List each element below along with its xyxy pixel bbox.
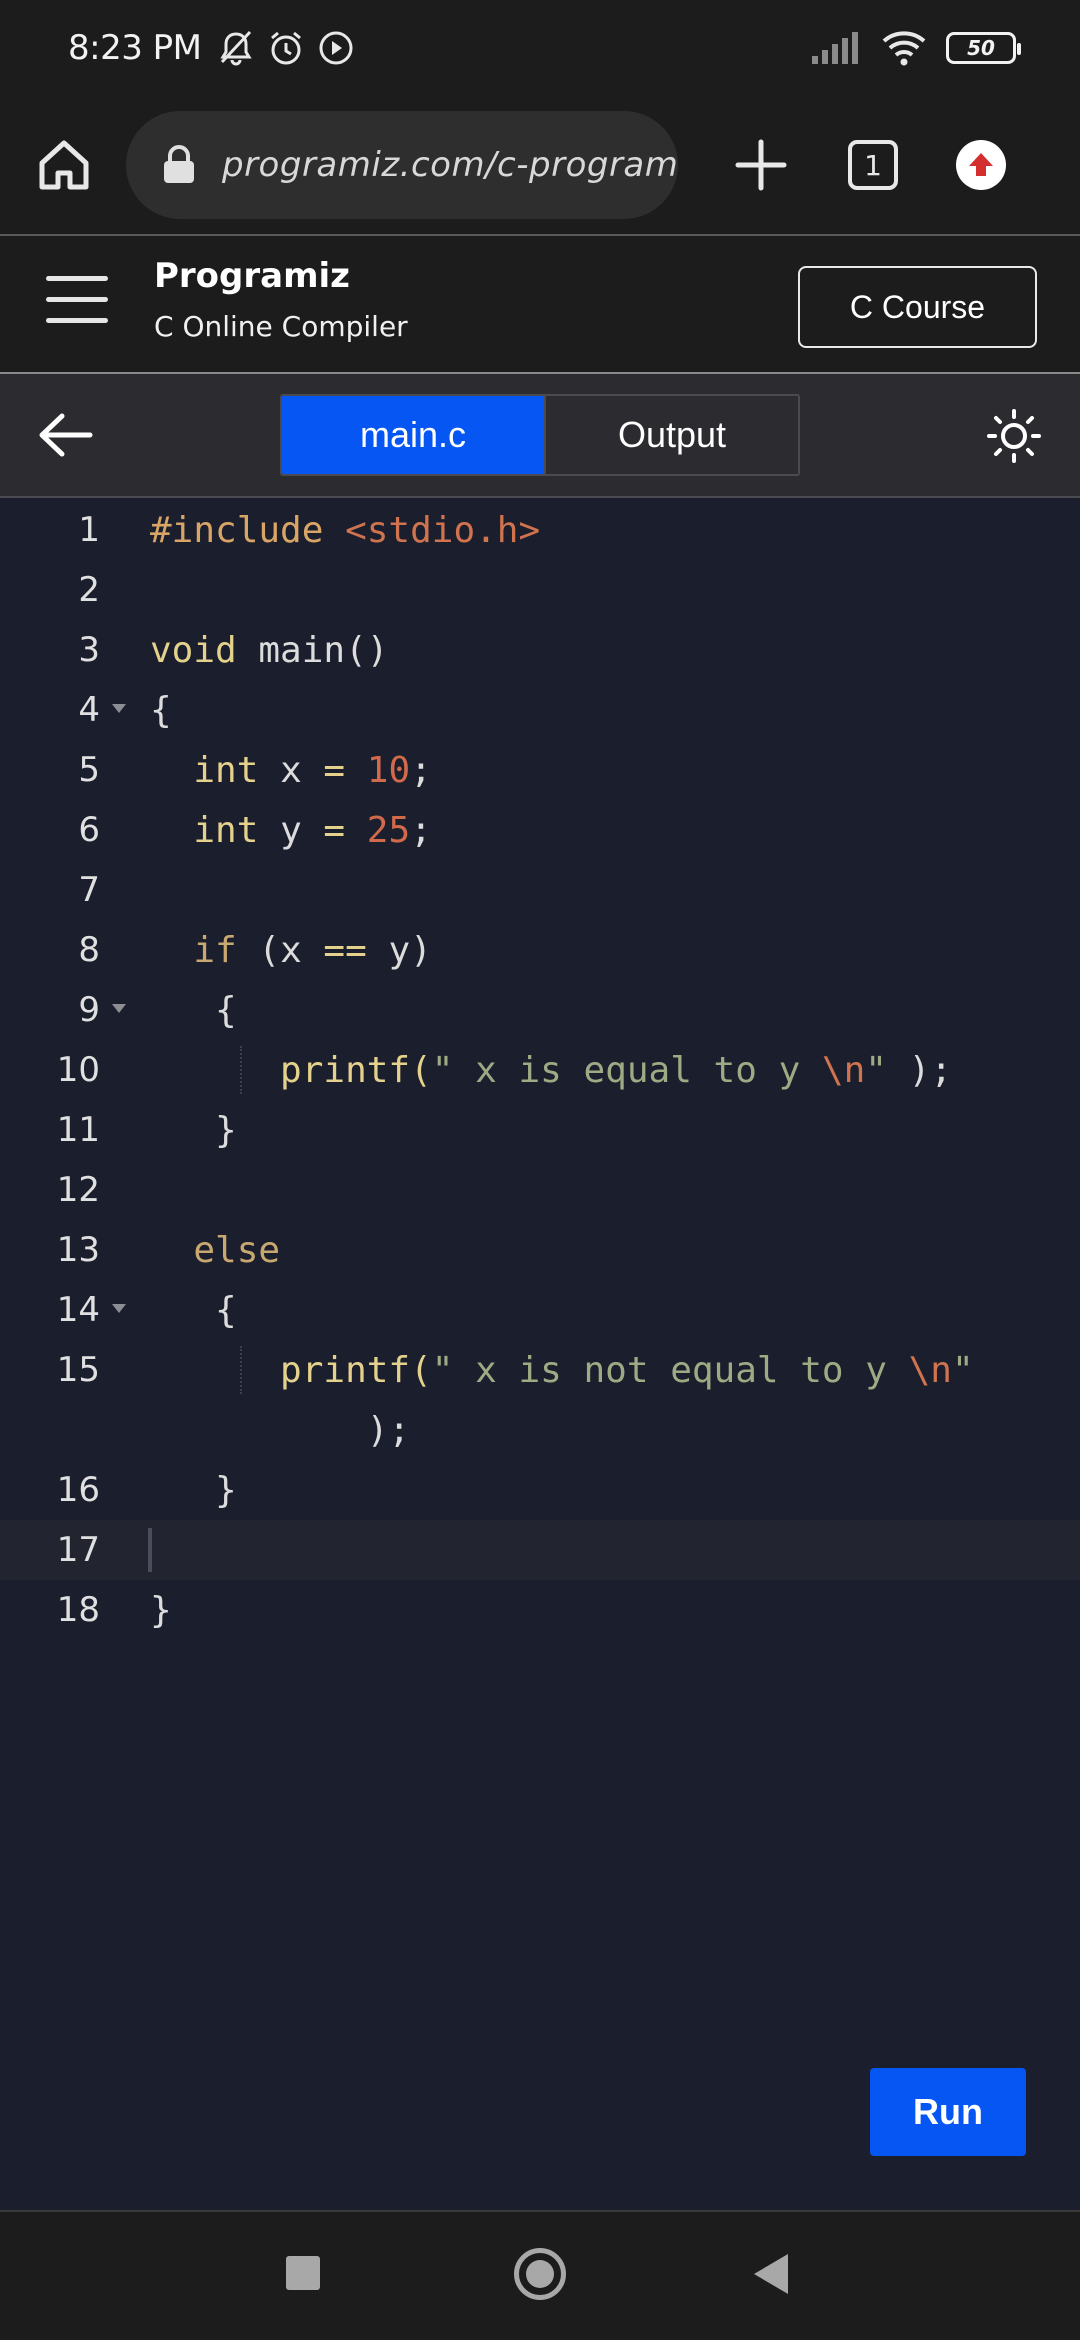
code-line[interactable]: 12 <box>0 1160 1080 1220</box>
code-text: int x = 10; <box>193 749 432 791</box>
brand-logo[interactable]: Programiz C Online Compiler <box>154 256 408 343</box>
line-number: 15 <box>56 1350 100 1390</box>
code-text: { <box>150 1289 237 1331</box>
line-number: 16 <box>56 1470 100 1510</box>
code-line[interactable]: 2 <box>0 560 1080 620</box>
tab-count: 1 <box>864 148 882 182</box>
line-number: 6 <box>78 810 100 850</box>
recents-square-icon[interactable] <box>286 2256 320 2290</box>
lock-icon <box>164 145 194 183</box>
code-text: } <box>150 1109 237 1151</box>
home-circle-icon[interactable] <box>514 2248 566 2300</box>
code-text: void main() <box>150 629 389 671</box>
editor-toolbar: main.c Output <box>0 374 1080 496</box>
code-text: { <box>150 689 172 731</box>
status-time: 8:23 PM <box>68 28 202 68</box>
home-icon[interactable] <box>34 135 94 195</box>
update-button[interactable] <box>956 140 1006 190</box>
text-cursor <box>148 1528 152 1572</box>
status-notification-icons <box>216 28 356 68</box>
wifi-icon <box>882 31 926 66</box>
code-text: printf(" x is equal to y \n" ); <box>215 1049 952 1091</box>
code-text: } <box>150 1469 237 1511</box>
code-text: printf(" x is not equal to y \n" <box>215 1349 974 1391</box>
address-bar[interactable]: programiz.com/c-programm <box>126 111 678 219</box>
line-number: 8 <box>78 930 100 970</box>
run-button[interactable]: Run <box>870 2068 1026 2156</box>
brand-name: Programiz <box>154 256 350 296</box>
line-number: 11 <box>56 1110 100 1150</box>
tab-main-c[interactable]: main.c <box>282 396 544 474</box>
fold-arrow-icon[interactable] <box>112 1304 126 1313</box>
code-line[interactable]: 11 } <box>0 1100 1080 1160</box>
code-line-active[interactable]: 17 <box>0 1520 1080 1580</box>
code-line[interactable]: 16 } <box>0 1460 1080 1520</box>
line-number: 13 <box>56 1230 100 1270</box>
line-number: 17 <box>56 1530 100 1570</box>
code-text: ); <box>150 1409 411 1451</box>
fold-arrow-icon[interactable] <box>112 704 126 713</box>
battery-icon: 50 <box>946 32 1021 64</box>
system-nav-bar <box>0 2212 1080 2340</box>
code-line[interactable]: 13 else <box>0 1220 1080 1280</box>
line-number: 2 <box>78 570 100 610</box>
code-line[interactable]: 5 int x = 10; <box>0 740 1080 800</box>
tab-switcher-button[interactable]: 1 <box>848 140 898 190</box>
browser-toolbar: programiz.com/c-programm 1 <box>0 96 1080 234</box>
code-text: } <box>150 1589 172 1631</box>
back-arrow-icon[interactable] <box>36 412 94 458</box>
code-line-wrapped[interactable]: ); <box>0 1400 1080 1460</box>
alarm-icon <box>270 31 301 65</box>
line-number: 1 <box>78 510 100 550</box>
code-text: { <box>150 989 237 1031</box>
site-header: Programiz C Online Compiler C Course <box>0 236 1080 372</box>
battery-level: 50 <box>967 36 995 60</box>
code-line[interactable]: 15 printf(" x is not equal to y \n" <box>0 1340 1080 1400</box>
code-line[interactable]: 8 if (x == y) <box>0 920 1080 980</box>
code-line[interactable]: 4 { <box>0 680 1080 740</box>
code-line[interactable]: 6 int y = 25; <box>0 800 1080 860</box>
code-text: #include <stdio.h> <box>150 509 541 551</box>
line-number: 9 <box>78 990 100 1030</box>
c-course-button[interactable]: C Course <box>798 266 1037 348</box>
line-number: 12 <box>56 1170 100 1210</box>
status-bar: 8:23 PM 50 <box>0 0 1080 96</box>
url-text: programiz.com/c-programm <box>222 145 678 185</box>
code-text: int y = 25; <box>193 809 432 851</box>
play-circle-icon <box>319 31 352 65</box>
signal-icon <box>812 32 858 64</box>
back-triangle-icon[interactable] <box>754 2254 788 2294</box>
code-line[interactable]: 18 } <box>0 1580 1080 1640</box>
line-number: 5 <box>78 750 100 790</box>
editor-tabs: main.c Output <box>280 394 800 476</box>
line-number: 14 <box>56 1290 100 1330</box>
line-number: 3 <box>78 630 100 670</box>
code-line[interactable]: 3 void main() <box>0 620 1080 680</box>
code-line[interactable]: 14 { <box>0 1280 1080 1340</box>
line-number: 10 <box>56 1050 100 1090</box>
line-number: 18 <box>56 1590 100 1630</box>
code-line[interactable]: 7 <box>0 860 1080 920</box>
line-number: 7 <box>78 870 100 910</box>
arrow-up-icon <box>969 153 993 176</box>
fold-arrow-icon[interactable] <box>112 1004 126 1013</box>
sun-icon[interactable] <box>986 408 1042 464</box>
tab-output[interactable]: Output <box>544 396 798 474</box>
new-tab-plus-icon[interactable] <box>734 138 788 192</box>
line-number: 4 <box>78 690 100 730</box>
code-line[interactable]: 1 #include <stdio.h> <box>0 500 1080 560</box>
code-line[interactable]: 9 { <box>0 980 1080 1040</box>
code-text: if (x == y) <box>193 929 432 971</box>
page-subtitle: C Online Compiler <box>154 310 408 343</box>
bell-off-icon <box>219 30 252 66</box>
code-line[interactable]: 10 printf(" x is equal to y \n" ); <box>0 1040 1080 1100</box>
code-text: else <box>193 1229 281 1271</box>
code-editor[interactable]: 1 #include <stdio.h> 2 3 void main() 4 {… <box>0 498 1080 2210</box>
menu-icon[interactable] <box>46 276 108 332</box>
